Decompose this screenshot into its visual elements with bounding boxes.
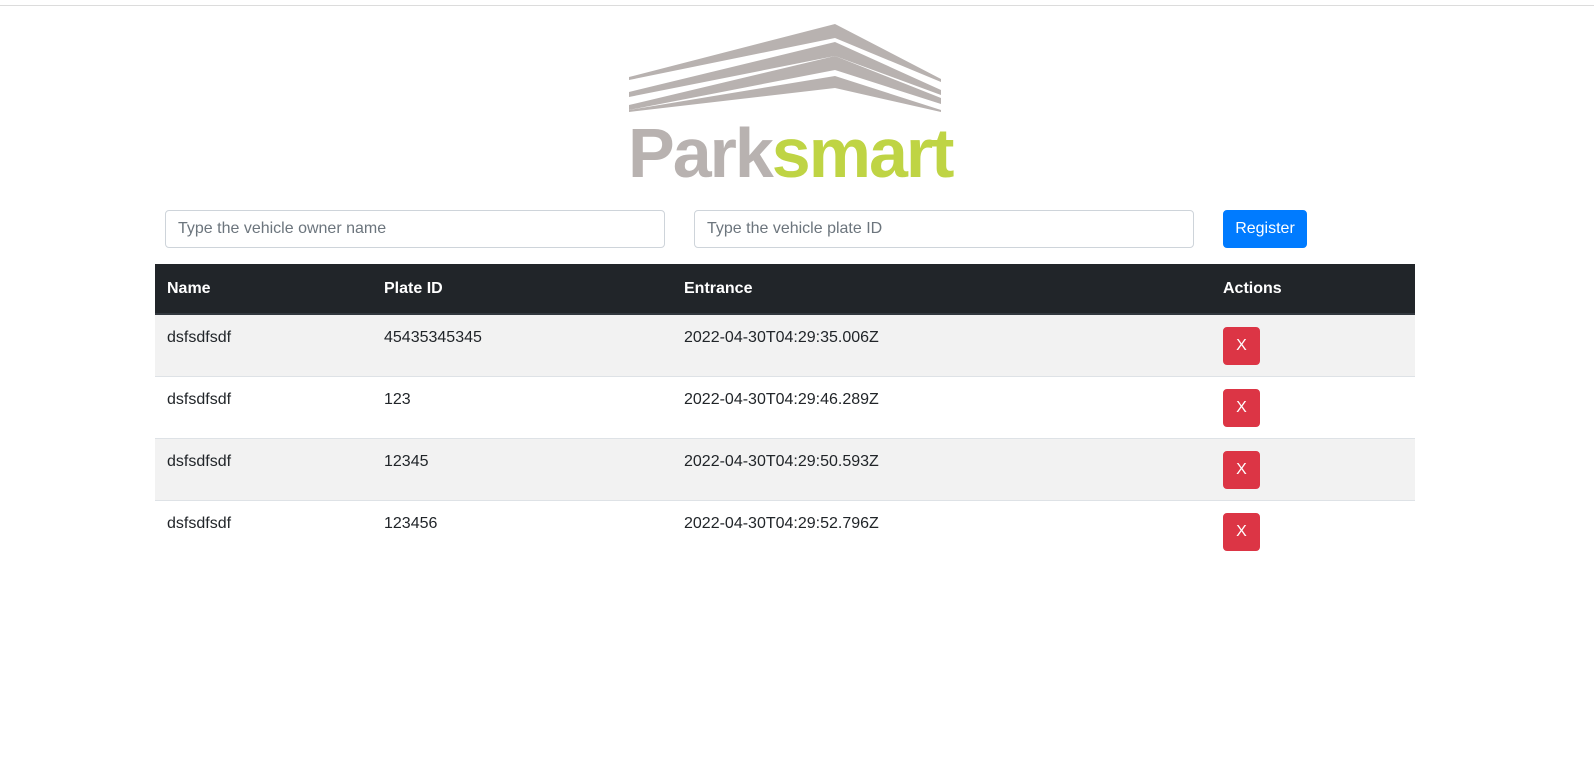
cell-plate-id: 123: [372, 375, 672, 438]
delete-button[interactable]: X: [1223, 388, 1260, 427]
cell-name: dsfsdfsdf: [167, 329, 232, 346]
column-header-entrance: Entrance: [672, 264, 1211, 315]
parksmart-logo: Parksmart: [628, 24, 954, 188]
register-form: Register: [165, 210, 1325, 248]
cell-plate-id: 45435345345: [384, 329, 482, 346]
table-header: Name Plate ID Entrance Actions: [155, 264, 1415, 315]
plate-id-input[interactable]: [694, 210, 1194, 248]
logo-text-smart: smart: [771, 114, 955, 192]
cell-actions: X: [1211, 437, 1415, 500]
cell-actions: X: [1211, 499, 1415, 562]
cell-actions: X: [1211, 314, 1415, 376]
logo-wordmark: Parksmart: [628, 118, 954, 188]
cell-entrance: 2022-04-30T04:29:52.796Z: [672, 499, 1211, 562]
cell-plate-id: 12345: [372, 437, 672, 500]
cell-name: dsfsdfsdf: [155, 499, 372, 562]
delete-button[interactable]: X: [1223, 512, 1260, 551]
table-body: dsfsdfsdf 45435345345 2022-04-30T04:29:3…: [155, 314, 1415, 562]
vehicles-table: Name Plate ID Entrance Actions dsfsdfsdf…: [155, 264, 1415, 562]
table-row: dsfsdfsdf 45435345345 2022-04-30T04:29:3…: [155, 314, 1415, 376]
cell-name: dsfsdfsdf: [155, 375, 372, 438]
cell-actions: X: [1211, 375, 1415, 438]
table-row: dsfsdfsdf 123 2022-04-30T04:29:46.289Z X: [155, 375, 1415, 438]
cell-entrance: 2022-04-30T04:29:46.289Z: [672, 375, 1211, 438]
cell-name: dsfsdfsdf: [155, 437, 372, 500]
top-divider: [0, 5, 1594, 6]
cell-entrance: 2022-04-30T04:29:50.593Z: [672, 437, 1211, 500]
owner-name-input[interactable]: [165, 210, 665, 248]
delete-button[interactable]: X: [1223, 450, 1260, 489]
register-button[interactable]: Register: [1223, 210, 1307, 248]
cell-plate-id: 123456: [372, 499, 672, 562]
delete-button[interactable]: X: [1223, 327, 1260, 365]
table-row: dsfsdfsdf 123456 2022-04-30T04:29:52.796…: [155, 499, 1415, 562]
logo-text-park: Park: [628, 114, 774, 192]
cell-entrance: 2022-04-30T04:29:35.006Z: [684, 329, 879, 346]
column-header-actions: Actions: [1211, 264, 1415, 315]
table-row: dsfsdfsdf 12345 2022-04-30T04:29:50.593Z…: [155, 437, 1415, 500]
building-roof-icon: [629, 24, 941, 112]
column-header-name: Name: [155, 264, 372, 315]
column-header-plate-id: Plate ID: [372, 264, 672, 315]
